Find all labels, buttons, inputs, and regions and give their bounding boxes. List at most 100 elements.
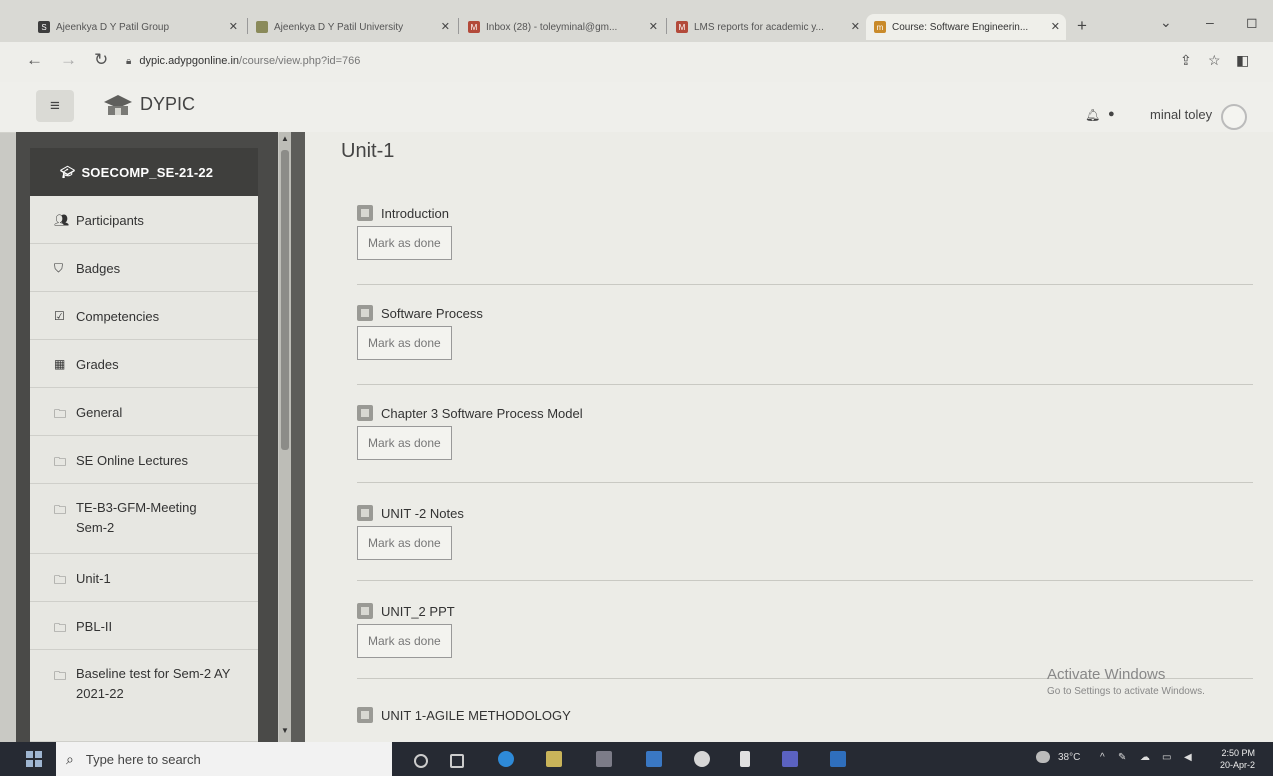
new-tab-button[interactable]: + xyxy=(1077,16,1087,36)
mark-as-done-button[interactable]: Mark as done xyxy=(357,326,452,360)
site-name[interactable]: DYPIC xyxy=(140,94,195,115)
browser-tab-2[interactable]: Ajeenkya D Y Patil University ✕ xyxy=(248,14,456,40)
restore-icon[interactable]: ◻ xyxy=(1246,14,1258,31)
search-icon: ⌕ xyxy=(66,750,74,767)
extensions-icon[interactable]: ◧ xyxy=(1236,52,1249,69)
site-logo xyxy=(104,95,132,115)
mark-as-done-button[interactable]: Mark as done xyxy=(357,526,452,560)
gmail-icon: M xyxy=(468,21,480,33)
browser-tab-4[interactable]: M LMS reports for academic y... ✕ xyxy=(668,14,866,40)
user-name[interactable]: minal toley xyxy=(1150,107,1212,122)
nav-item-general[interactable]: 🗀 General xyxy=(30,388,258,436)
site-header: ≡ DYPIC 🔔︎ ● minal toley xyxy=(0,82,1273,133)
close-icon[interactable]: ✕ xyxy=(649,20,658,33)
close-icon[interactable]: ✕ xyxy=(441,20,450,33)
drawer-edge xyxy=(291,132,305,742)
nav-item-pbl-ii[interactable]: 🗀 PBL-II xyxy=(30,602,258,650)
search-placeholder: Type here to search xyxy=(85,751,201,767)
nav-item-grades[interactable]: ▦ Grades xyxy=(30,340,258,388)
nav-item-label: Baseline test for Sem-2 AY 2021-22 xyxy=(76,666,231,701)
taskbar-search-box[interactable]: ⌕ Type here to search xyxy=(56,742,392,776)
volume-icon[interactable]: ◀ xyxy=(1184,752,1192,763)
reload-icon[interactable]: ↻ xyxy=(94,50,108,70)
cortana-icon[interactable] xyxy=(414,754,428,768)
teams-icon[interactable] xyxy=(782,751,798,767)
nav-item-se-online-lectures[interactable]: 🗀 SE Online Lectures xyxy=(30,436,258,484)
activity-link[interactable]: Introduction xyxy=(357,202,1237,224)
gmail-icon: M xyxy=(676,21,688,33)
activity-link[interactable]: UNIT_2 PPT xyxy=(357,600,1237,622)
chat-bubble-icon[interactable]: ● xyxy=(1108,108,1115,120)
windows-start-icon[interactable] xyxy=(26,751,42,767)
pen-icon[interactable]: ✎ xyxy=(1118,752,1126,763)
close-icon[interactable]: ✕ xyxy=(851,20,860,33)
divider xyxy=(357,482,1253,483)
onedrive-icon[interactable]: ☁ xyxy=(1140,752,1150,763)
tab-search-chevron-icon[interactable]: ⌄ xyxy=(1160,14,1172,31)
weather-icon[interactable] xyxy=(1036,751,1050,763)
word-icon[interactable] xyxy=(830,751,846,767)
activity-link[interactable]: Chapter 3 Software Process Model xyxy=(357,402,1237,424)
scroll-up-arrow-icon[interactable]: ▲ xyxy=(281,134,289,143)
course-content: Unit-1 Introduction Mark as done Softwar… xyxy=(305,132,1273,742)
url-field[interactable]: 🔒︎ dypic.adypgonline.in /course/view.php… xyxy=(126,50,1216,72)
share-icon[interactable]: ⇪ xyxy=(1180,52,1192,69)
folder-icon: 🗀 xyxy=(54,503,67,517)
mark-as-done-button[interactable]: Mark as done xyxy=(357,426,452,460)
forward-arrow-icon[interactable]: → xyxy=(60,50,77,70)
nav-item-te-b3-gfm-meeting[interactable]: 🗀 TE-B3-GFM-Meeting Sem-2 xyxy=(30,484,258,554)
nav-item-label: PBL-II xyxy=(76,619,113,634)
task-view-icon[interactable] xyxy=(450,754,464,768)
scroll-down-arrow-icon[interactable]: ▼ xyxy=(281,726,289,735)
store-icon[interactable] xyxy=(596,751,612,767)
folder-icon: 🗀 xyxy=(54,669,67,683)
close-icon[interactable]: ✕ xyxy=(229,20,238,33)
edge-icon[interactable] xyxy=(498,751,514,767)
chevron-up-icon[interactable]: ^ xyxy=(1100,752,1105,763)
file-icon xyxy=(357,603,373,619)
nav-item-baseline-test[interactable]: 🗀 Baseline test for Sem-2 AY 2021-22 xyxy=(30,650,258,742)
users-icon: 👥︎ xyxy=(54,213,70,227)
activity-link[interactable]: Software Process xyxy=(357,302,1237,324)
nav-item-badges[interactable]: ⛉ Badges xyxy=(30,244,258,292)
browser-tab-active[interactable]: m Course: Software Engineerin... ✕ xyxy=(866,14,1066,40)
activity-link[interactable]: UNIT -2 Notes xyxy=(357,502,1237,524)
browser-tab-1[interactable]: S Ajeenkya D Y Patil Group ✕ xyxy=(30,14,244,40)
chrome-icon[interactable] xyxy=(694,751,710,767)
mark-as-done-button[interactable]: Mark as done xyxy=(357,226,452,260)
browser-tab-3[interactable]: M Inbox (28) - toleyminal@gm... ✕ xyxy=(460,14,664,40)
crest-icon xyxy=(256,21,268,33)
notepad-icon[interactable] xyxy=(740,751,750,767)
browser-tab-strip: S Ajeenkya D Y Patil Group ✕ Ajeenkya D … xyxy=(0,0,1273,42)
activity-name: UNIT_2 PPT xyxy=(381,603,455,619)
minimize-icon[interactable]: – xyxy=(1206,14,1214,30)
nav-item-unit-1[interactable]: 🗀 Unit-1 xyxy=(30,554,258,602)
mail-icon[interactable] xyxy=(646,751,662,767)
nav-item-participants[interactable]: 👥︎ Participants xyxy=(30,196,258,244)
nav-item-label: Grades xyxy=(76,357,119,372)
activity-item: UNIT_2 PPT Mark as done xyxy=(357,600,1237,658)
taskbar-clock[interactable]: 2:50 PM 20-Apr-2 xyxy=(1220,747,1255,771)
nav-item-label: TE-B3-GFM-Meeting Sem-2 xyxy=(76,500,197,535)
activity-name: Chapter 3 Software Process Model xyxy=(381,405,583,421)
drawer-scrollbar-thumb[interactable] xyxy=(281,150,289,450)
graduation-cap-icon: 🎓︎ xyxy=(60,165,76,179)
checkbox-icon: ☑ xyxy=(54,309,65,323)
activity-item: Introduction Mark as done xyxy=(357,202,1237,260)
course-title[interactable]: 🎓︎ SOECOMP_SE-21-22 xyxy=(30,148,258,196)
nav-item-label: SE Online Lectures xyxy=(76,453,189,468)
close-icon[interactable]: ✕ xyxy=(1051,20,1060,33)
hamburger-icon[interactable]: ≡ xyxy=(36,90,74,122)
activity-link[interactable]: UNIT 1-AGILE METHODOLOGY xyxy=(357,704,1237,726)
file-explorer-icon[interactable] xyxy=(546,751,562,767)
bookmark-star-icon[interactable]: ☆ xyxy=(1208,52,1221,69)
site-logo-icon: S xyxy=(38,21,50,33)
avatar[interactable] xyxy=(1221,104,1247,130)
temperature[interactable]: 38°C xyxy=(1058,752,1080,763)
mark-as-done-button[interactable]: Mark as done xyxy=(357,624,452,658)
nav-item-competencies[interactable]: ☑ Competencies xyxy=(30,292,258,340)
bell-icon[interactable]: 🔔︎ xyxy=(1085,108,1100,122)
file-icon xyxy=(357,405,373,421)
back-arrow-icon[interactable]: ← xyxy=(26,50,43,70)
network-icon[interactable]: ▭ xyxy=(1162,752,1171,763)
